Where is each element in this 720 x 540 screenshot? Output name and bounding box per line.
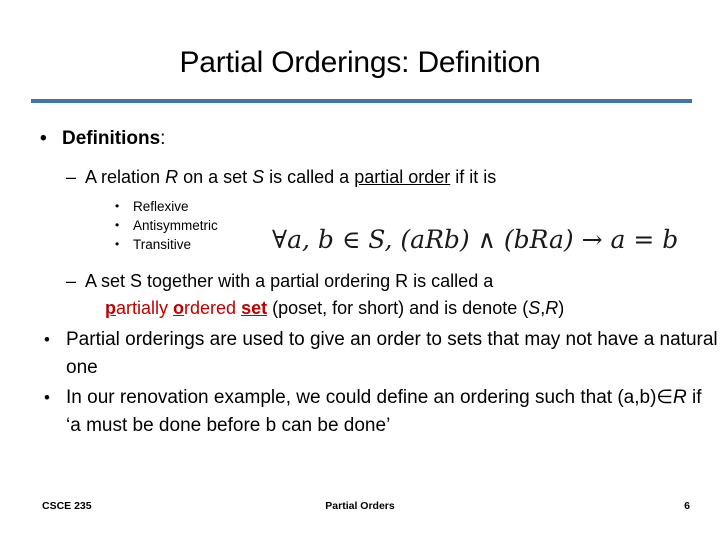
- example-symbol-r: R: [672, 387, 687, 408]
- slide-footer: CSCE 235 Partial Orders 6: [0, 500, 720, 520]
- bullet-definitions: • Definitions:: [0, 126, 720, 152]
- poset-red-artially: artially: [116, 298, 174, 318]
- poset-tail-2: ): [558, 298, 565, 318]
- footer-topic: Partial Orders: [325, 500, 395, 512]
- slide: Partial Orderings: Definition • Definiti…: [0, 0, 720, 540]
- dash-icon: –: [66, 271, 77, 291]
- term-partial-order: partial order: [354, 167, 451, 187]
- relation-text-part1: A relation: [85, 167, 166, 187]
- page-title: Partial Orderings: Definition: [179, 46, 541, 79]
- bullet-relation-definition: – A relation R on a set S is called a pa…: [0, 164, 720, 191]
- bullet-dot-icon: •: [44, 330, 50, 349]
- poset-line-2: partially ordered set (poset, for short)…: [85, 295, 720, 322]
- poset-red-p: p: [105, 298, 116, 318]
- relation-text-part4: if it is: [450, 167, 497, 187]
- property-label: Reflexive: [133, 199, 189, 214]
- bullet-dot-icon: •: [115, 199, 120, 213]
- bullet-poset-definition: – A set S together with a partial orderi…: [0, 268, 720, 322]
- poset-symbol-s: S: [528, 298, 541, 318]
- poset-red-rdered: rdered: [184, 298, 242, 318]
- bullet-usage: • Partial orderings are used to give an …: [0, 326, 720, 382]
- relation-symbol-r: R: [165, 167, 179, 187]
- footer-page-number: 6: [684, 500, 690, 512]
- poset-line-1: A set S together with a partial ordering…: [85, 271, 494, 291]
- poset-tail-1: (poset, for short) and is denote (: [267, 298, 529, 318]
- dash-icon: –: [66, 167, 77, 187]
- definitions-label: Definitions: [62, 128, 161, 149]
- bullet-dot-icon: •: [40, 128, 47, 149]
- bullet-example: • In our renovation example, we could de…: [0, 384, 720, 440]
- poset-red-set: set: [241, 298, 268, 318]
- bullet-dot-icon: •: [115, 237, 120, 251]
- poset-red-o: o: [173, 298, 185, 318]
- bullet-dot-icon: •: [44, 388, 50, 407]
- property-label: Transitive: [133, 237, 192, 252]
- formula-antisymmetric: ∀a, b ∈ S, (aRb) ∧ (bRa) → a = b: [272, 225, 679, 254]
- relation-text-part3: is called a: [264, 167, 355, 187]
- example-text-part1: In our renovation example, we could defi…: [66, 387, 673, 408]
- property-label: Antisymmetric: [133, 218, 218, 233]
- definitions-colon: :: [160, 128, 166, 149]
- relation-text-part2: on a set: [178, 167, 253, 187]
- relation-symbol-s: S: [252, 167, 265, 187]
- poset-symbol-r: R: [545, 298, 559, 318]
- usage-text: Partial orderings are used to give an or…: [66, 329, 718, 378]
- title-divider: [31, 99, 692, 103]
- bullet-dot-icon: •: [115, 218, 120, 232]
- slide-body: • Definitions: – A relation R on a set S…: [0, 126, 720, 440]
- property-item-reflexive: • Reflexive: [0, 197, 720, 216]
